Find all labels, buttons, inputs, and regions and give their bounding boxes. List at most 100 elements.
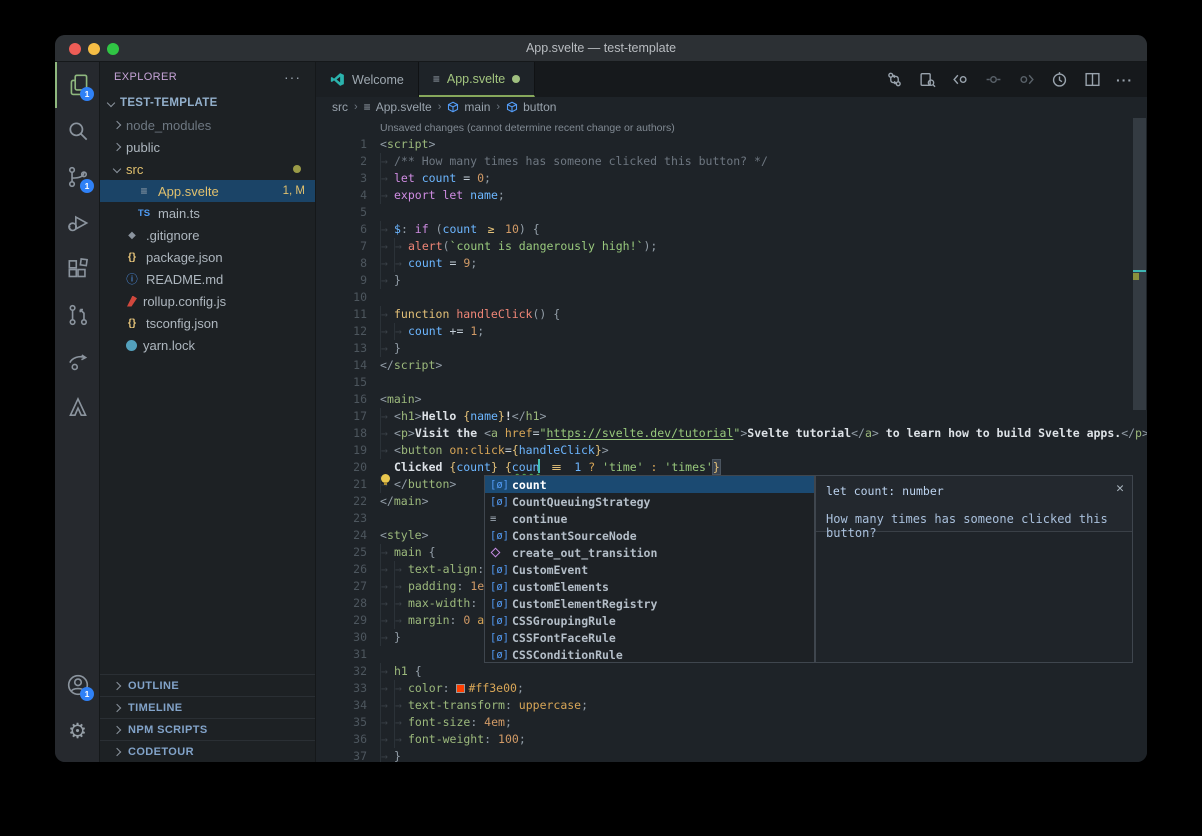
suggest-label: CustomEvent [512, 563, 588, 577]
tree-item-app-svelte[interactable]: ≡App.svelte1, M [100, 180, 315, 202]
activity-accounts[interactable]: 1 [55, 662, 100, 708]
line-content: <script> [380, 136, 1147, 153]
navigate-forward-icon[interactable] [1017, 71, 1035, 89]
navigate-back-icon[interactable] [951, 71, 969, 89]
activity-github-pr[interactable] [55, 292, 100, 338]
tab-app-svelte[interactable]: ≡ App.svelte [419, 62, 535, 97]
code-line-6[interactable]: 6→$: if (count ≥ 10) { [316, 221, 1147, 238]
close-icon[interactable]: ✕ [1116, 481, 1124, 496]
line-number: 16 [316, 391, 380, 408]
tree-item-tsconfig-json[interactable]: {}tsconfig.json [100, 312, 315, 334]
activity-search[interactable] [55, 108, 100, 154]
tree-item-public[interactable]: public [100, 136, 315, 158]
suggest-label: CountQueuingStrategy [512, 495, 650, 509]
suggest-item-create_out_transition[interactable]: create_out_transition [485, 544, 814, 561]
code-line-11[interactable]: 11→function handleClick() { [316, 306, 1147, 323]
code-line-12[interactable]: 12→→count += 1; [316, 323, 1147, 340]
current-change-icon[interactable] [984, 71, 1002, 89]
suggest-item-count[interactable]: [ø]count [485, 476, 814, 493]
breadcrumb-button[interactable]: button [506, 100, 556, 114]
tab-welcome[interactable]: Welcome [316, 62, 419, 97]
tree-item-node-modules[interactable]: node_modules [100, 114, 315, 136]
code-line-8[interactable]: 8→→count = 9; [316, 255, 1147, 272]
code-line-13[interactable]: 13→} [316, 340, 1147, 357]
compare-changes-icon[interactable] [885, 71, 903, 89]
section-outline[interactable]: OUTLINE [100, 674, 315, 696]
tree-item--gitignore[interactable]: ◆.gitignore [100, 224, 315, 246]
sidebar-more-icon[interactable]: ··· [284, 69, 301, 85]
dirty-indicator[interactable] [512, 75, 520, 83]
code-line-33[interactable]: 33→→color: #ff3e00; [316, 680, 1147, 697]
chevron-right-icon [113, 121, 121, 129]
code-line-20[interactable]: 20Clicked {count} {coun ≡ 1 ? 'time' : '… [316, 459, 1147, 476]
activity-settings[interactable]: ⚙ [55, 708, 100, 754]
zoom-window-button[interactable] [107, 43, 119, 55]
code-editor[interactable]: Unsaved changes (cannot determine recent… [316, 117, 1147, 762]
code-line-18[interactable]: 18→<p>Visit the <a href="https://svelte.… [316, 425, 1147, 442]
minimize-window-button[interactable] [88, 43, 100, 55]
code-line-16[interactable]: 16<main> [316, 391, 1147, 408]
line-number: 8 [316, 255, 380, 272]
json-icon: {} [124, 317, 140, 329]
code-line-37[interactable]: 37→} [316, 748, 1147, 762]
tree-item-rollup-config-js[interactable]: rollup.config.js [100, 290, 315, 312]
code-line-10[interactable]: 10 [316, 289, 1147, 306]
suggest-item-continue[interactable]: ≡continue [485, 510, 814, 527]
symbol-variable-icon: [ø] [490, 598, 512, 610]
tree-item-package-json[interactable]: {}package.json [100, 246, 315, 268]
suggest-item-CountQueuingStrategy[interactable]: [ø]CountQueuingStrategy [485, 493, 814, 510]
breadcrumb-src[interactable]: src [332, 100, 348, 114]
close-window-button[interactable] [69, 43, 81, 55]
activity-run-debug[interactable] [55, 200, 100, 246]
suggest-item-CSSConditionRule[interactable]: [ø]CSSConditionRule [485, 646, 814, 663]
breadcrumb-main[interactable]: main [447, 100, 490, 114]
editor-scrollbar[interactable] [1133, 118, 1146, 410]
tree-item-main-ts[interactable]: TSmain.ts [100, 202, 315, 224]
tree-item-yarn-lock[interactable]: yarn.lock [100, 334, 315, 356]
code-line-19[interactable]: 19→<button on:click={handleClick}> [316, 442, 1147, 459]
suggest-item-ConstantSourceNode[interactable]: [ø]ConstantSourceNode [485, 527, 814, 544]
activity-explorer[interactable]: 1 [55, 62, 100, 108]
section-timeline[interactable]: TIMELINE [100, 696, 315, 718]
activity-extensions[interactable] [55, 246, 100, 292]
timer-icon[interactable] [1050, 71, 1068, 89]
project-root-row[interactable]: TEST-TEMPLATE [100, 92, 315, 114]
line-number: 25 [316, 544, 380, 561]
split-editor-icon[interactable] [1083, 71, 1101, 89]
code-line-3[interactable]: 3→let count = 0; [316, 170, 1147, 187]
chevron-right-icon [113, 703, 121, 711]
code-line-4[interactable]: 4→export let name; [316, 187, 1147, 204]
line-number: 12 [316, 323, 380, 340]
symbol-variable-icon: [ø] [490, 530, 512, 542]
suggest-item-CSSGroupingRule[interactable]: [ø]CSSGroupingRule [485, 612, 814, 629]
suggest-item-CustomElementRegistry[interactable]: [ø]CustomElementRegistry [485, 595, 814, 612]
code-line-17[interactable]: 17→<h1>Hello {name}!</h1> [316, 408, 1147, 425]
suggest-item-CSSFontFaceRule[interactable]: [ø]CSSFontFaceRule [485, 629, 814, 646]
overview-ruler-cursor-mark [1133, 270, 1146, 272]
section-codetour[interactable]: CODETOUR [100, 740, 315, 762]
code-line-14[interactable]: 14</script> [316, 357, 1147, 374]
breadcrumb-file[interactable]: ≡ App.svelte [364, 100, 432, 114]
line-number: 34 [316, 697, 380, 714]
activity-azure[interactable] [55, 384, 100, 430]
section-npm-scripts[interactable]: NPM SCRIPTS [100, 718, 315, 740]
code-line-2[interactable]: 2→/** How many times has someone clicked… [316, 153, 1147, 170]
code-line-35[interactable]: 35→→font-size: 4em; [316, 714, 1147, 731]
suggest-item-CustomEvent[interactable]: [ø]CustomEvent [485, 561, 814, 578]
code-line-5[interactable]: 5 [316, 204, 1147, 221]
code-line-9[interactable]: 9→} [316, 272, 1147, 289]
more-actions-icon[interactable]: ··· [1116, 72, 1133, 88]
activity-live-share[interactable] [55, 338, 100, 384]
suggest-item-customElements[interactable]: [ø]customElements [485, 578, 814, 595]
code-line-36[interactable]: 36→→font-weight: 100; [316, 731, 1147, 748]
code-line-34[interactable]: 34→→text-transform: uppercase; [316, 697, 1147, 714]
code-line-15[interactable]: 15 [316, 374, 1147, 391]
code-line-1[interactable]: 1<script> [316, 136, 1147, 153]
activity-source-control[interactable]: 1 [55, 154, 100, 200]
line-number: 20 [316, 459, 380, 476]
code-line-32[interactable]: 32→h1 { [316, 663, 1147, 680]
tree-item-src[interactable]: src [100, 158, 315, 180]
tree-item-readme-md[interactable]: ⓘREADME.md [100, 268, 315, 290]
open-preview-icon[interactable] [918, 71, 936, 89]
code-line-7[interactable]: 7→→alert(`count is dangerously high!`); [316, 238, 1147, 255]
